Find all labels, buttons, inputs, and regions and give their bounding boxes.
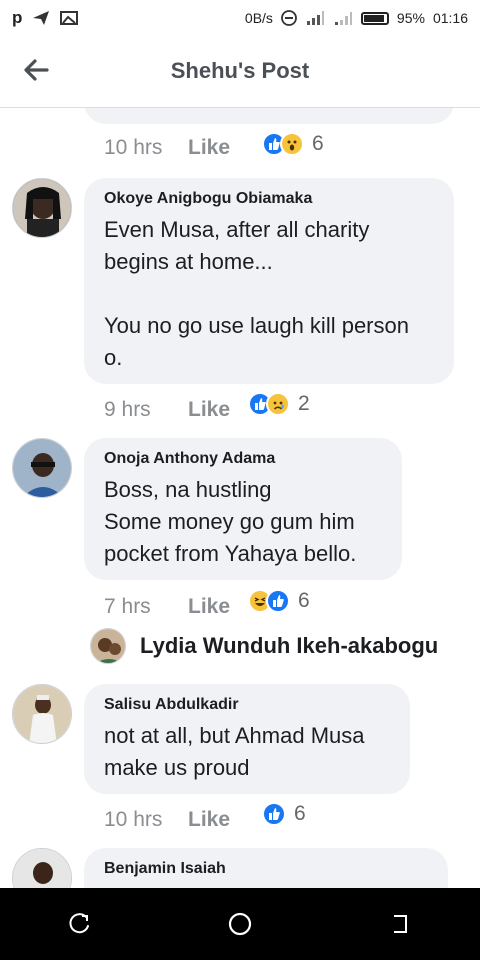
like-link[interactable]: Like xyxy=(188,595,230,619)
like-link[interactable]: Like xyxy=(188,808,230,832)
comment-text: Boss, na hustling Some money go gum him … xyxy=(104,477,357,566)
comment-bubble[interactable]: Onoja Anthony Adama Boss, na hustling So… xyxy=(84,438,402,580)
like-link[interactable]: Like xyxy=(188,398,230,422)
net-speed: 0B/s xyxy=(244,10,273,26)
back-nav-icon xyxy=(394,915,407,933)
status-left: p xyxy=(12,8,79,28)
comment-author[interactable]: Okoye Anigbogu Obiamaka xyxy=(104,190,434,208)
signal-icon-2 xyxy=(334,12,352,25)
comment-text: not at all, but Ahmad Musa make us proud xyxy=(104,723,365,780)
avatar-okoye[interactable] xyxy=(12,178,72,238)
comment-author[interactable]: Onoja Anthony Adama xyxy=(104,450,382,468)
comment-author[interactable]: Salisu Abdulkadir xyxy=(104,696,390,714)
comment-time: 9 hrs xyxy=(104,398,151,421)
comment-bubble[interactable]: Salisu Abdulkadir not at all, but Ahmad … xyxy=(84,684,410,794)
reactions[interactable]: 6 xyxy=(262,802,306,826)
header: Shehu's Post xyxy=(0,36,480,108)
wow-reaction-icon xyxy=(280,132,304,156)
recents-button[interactable] xyxy=(60,904,100,944)
avatar-onoja[interactable] xyxy=(12,438,72,498)
comment-bubble-partial[interactable] xyxy=(84,108,454,124)
comment-meta: 10 hrs Like xyxy=(104,133,230,163)
reaction-count: 6 xyxy=(294,802,306,825)
reaction-count: 6 xyxy=(298,589,310,612)
status-bar: p 0B/s 95% 01:16 xyxy=(0,0,480,36)
like-reaction-icon xyxy=(266,589,290,613)
status-right: 0B/s 95% 01:16 xyxy=(245,10,468,26)
reactions[interactable]: 6 xyxy=(262,132,324,156)
comment-meta: 7 hrs Like xyxy=(104,592,230,622)
reactions[interactable]: 6 xyxy=(248,589,310,613)
p-app-icon: p xyxy=(12,8,23,27)
avatar-lydia[interactable] xyxy=(90,628,126,664)
home-button[interactable] xyxy=(220,904,260,944)
battery-icon xyxy=(360,11,389,25)
comment-time: 10 hrs xyxy=(104,136,163,159)
page-title: Shehu's Post xyxy=(170,58,310,83)
comment-bubble[interactable]: Benjamin Isaiah xyxy=(84,848,448,888)
avatar-salisu[interactable] xyxy=(12,684,72,744)
home-icon xyxy=(228,912,252,936)
reaction-count: 2 xyxy=(298,392,310,415)
signal-icon-1 xyxy=(306,11,324,25)
comment-time: 10 hrs xyxy=(104,808,163,831)
avatar-benjamin[interactable] xyxy=(12,848,72,888)
screen: p 0B/s 95% 01:16 Shehu's Post 10 hrs Lik… xyxy=(0,0,480,960)
comment-text: Even Musa, after all charity begins at h… xyxy=(104,217,409,370)
clock: 01:16 xyxy=(432,10,468,26)
recents-icon xyxy=(69,913,89,934)
comment-meta: 10 hrs Like xyxy=(104,805,230,835)
comment-feed[interactable]: 10 hrs Like 6 Okoye Anigbogu Obiamaka Ev… xyxy=(0,108,480,888)
image-icon xyxy=(60,11,79,25)
comment-bubble[interactable]: Okoye Anigbogu Obiamaka Even Musa, after… xyxy=(84,178,454,384)
system-nav-bar xyxy=(0,888,480,960)
comment-time: 7 hrs xyxy=(104,595,151,618)
comment-meta: 9 hrs Like xyxy=(104,395,230,425)
sad-reaction-icon xyxy=(266,392,290,416)
battery-percent: 95% xyxy=(396,10,425,26)
like-reaction-icon xyxy=(262,802,286,826)
send-icon xyxy=(33,11,50,25)
reply-preview[interactable]: Lydia Wunduh Ikeh-akabogu xyxy=(90,628,438,664)
reply-author[interactable]: Lydia Wunduh Ikeh-akabogu xyxy=(140,633,438,659)
reaction-count: 6 xyxy=(312,132,324,155)
comment-author[interactable]: Benjamin Isaiah xyxy=(104,860,428,878)
back-nav-button[interactable] xyxy=(380,904,420,944)
dnd-icon xyxy=(281,10,297,26)
reactions[interactable]: 2 xyxy=(248,392,310,416)
like-link[interactable]: Like xyxy=(188,136,230,160)
